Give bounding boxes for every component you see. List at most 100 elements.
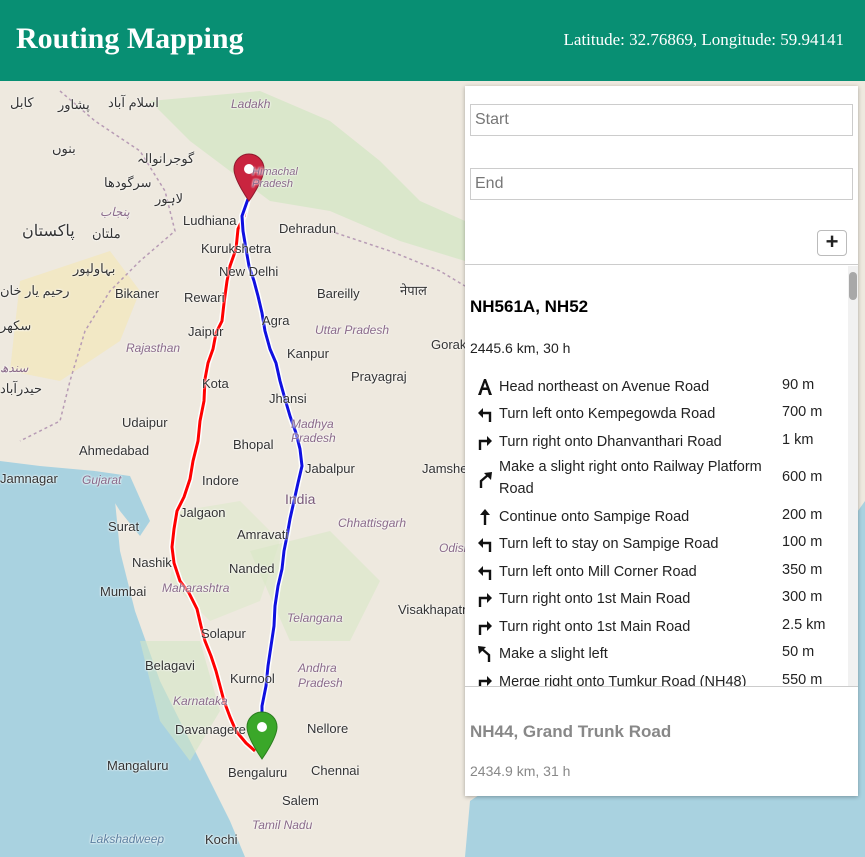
instruction-text: Turn left onto Mill Corner Road bbox=[499, 564, 697, 580]
route-summary: 2445.6 km, 30 h bbox=[470, 340, 571, 356]
map-label: Indore bbox=[202, 473, 239, 488]
map-label: پاکستان bbox=[22, 223, 75, 240]
slight-right-icon bbox=[479, 472, 492, 488]
turn-right-icon bbox=[478, 436, 492, 450]
map-label: Ludhiana bbox=[183, 213, 237, 228]
divider bbox=[465, 264, 858, 265]
map-label: Kota bbox=[202, 376, 229, 391]
map-label: Chennai bbox=[311, 763, 360, 778]
map-label: Rewari bbox=[184, 290, 225, 305]
instruction-text: Head northeast on Avenue Road bbox=[499, 379, 710, 395]
map-label: لاہور bbox=[155, 191, 184, 206]
map-label: اسلام آباد bbox=[108, 95, 159, 110]
map-label: Madhya Pradesh bbox=[291, 417, 336, 445]
instruction-distance: 90 m bbox=[782, 377, 815, 393]
turn-left-icon bbox=[478, 566, 492, 580]
map-label: Bareilly bbox=[317, 286, 360, 301]
instruction-text: Turn left to stay on Sampige Road bbox=[499, 536, 719, 552]
instruction-distance: 200 m bbox=[782, 507, 823, 523]
end-marker-icon[interactable] bbox=[245, 710, 279, 760]
instruction-distance: 700 m bbox=[782, 404, 823, 420]
map-label: Uttar Pradesh bbox=[315, 323, 390, 337]
map-label: Maharashtra bbox=[162, 581, 230, 595]
depart-icon bbox=[478, 379, 492, 395]
map-label: Gujarat bbox=[82, 473, 122, 487]
continue-icon bbox=[480, 509, 490, 525]
map-label: Dehradun bbox=[279, 221, 337, 236]
map-label: Davanagere bbox=[175, 722, 246, 737]
instruction-distance: 1 km bbox=[782, 432, 814, 448]
map-label: گوجرانوالہ bbox=[137, 151, 195, 166]
turn-right-icon bbox=[478, 676, 492, 686]
instructions-scrollbar[interactable] bbox=[848, 266, 858, 686]
map-label: سندھ bbox=[0, 361, 29, 375]
instruction-text: Turn right onto Dhanvanthari Road bbox=[499, 434, 722, 450]
map-label: Nashik bbox=[132, 555, 172, 570]
instruction-distance: 600 m bbox=[782, 469, 823, 485]
instruction-distance: 50 m bbox=[782, 644, 815, 660]
map-label: Agra bbox=[262, 313, 290, 328]
map-label: Udaipur bbox=[122, 415, 168, 430]
instruction-text: Continue onto Sampige Road bbox=[499, 509, 690, 525]
map-label: Amravati bbox=[237, 527, 289, 542]
map-label: رحیم یار خان bbox=[0, 283, 70, 298]
map-label: Mumbai bbox=[100, 584, 147, 599]
instruction-text: Make a slight left bbox=[499, 646, 608, 662]
alternative-route-name[interactable]: NH44, Grand Trunk Road bbox=[470, 722, 671, 742]
turn-left-icon bbox=[478, 408, 492, 422]
instruction-distance: 2.5 km bbox=[782, 617, 826, 633]
route-instructions-list[interactable]: NH561A, NH52 2445.6 km, 30 h Head northe… bbox=[465, 266, 858, 686]
map-label: سکھر bbox=[0, 318, 32, 333]
map-label: Bhopal bbox=[233, 437, 274, 452]
map-label: پنجاب bbox=[100, 205, 130, 219]
add-waypoint-button[interactable]: + bbox=[817, 230, 847, 256]
map-label: Kurnool bbox=[230, 671, 275, 686]
map-label: Chhattisgarh bbox=[338, 516, 407, 530]
map-label: Telangana bbox=[287, 611, 343, 625]
map-label: Jhansi bbox=[269, 391, 307, 406]
map-label: Bikaner bbox=[115, 286, 160, 301]
map-label: Jaipur bbox=[188, 324, 224, 339]
map-label: Himachal Pradesh bbox=[252, 166, 298, 190]
map-label: بنوں bbox=[52, 141, 76, 156]
map-label: بہاولپور bbox=[73, 261, 116, 276]
turn-left-icon bbox=[478, 538, 492, 552]
map-label: Lakshadweep bbox=[90, 832, 165, 846]
map-label: Kochi bbox=[205, 832, 238, 847]
map-label: India bbox=[285, 491, 316, 507]
turn-right-icon bbox=[478, 593, 492, 607]
end-input[interactable] bbox=[470, 168, 853, 200]
route-name[interactable]: NH561A, NH52 bbox=[470, 297, 588, 317]
map-label: New Delhi bbox=[219, 264, 279, 279]
map-label: Prayagraj bbox=[351, 369, 407, 384]
coordinates-readout: Latitude: 32.76869, Longitude: 59.94141 bbox=[563, 30, 844, 49]
app-header: Routing Mapping Latitude: 32.76869, Long… bbox=[0, 0, 865, 81]
instruction-distance: 550 m bbox=[782, 672, 823, 686]
map-label: Belagavi bbox=[145, 658, 195, 673]
map-label: Mangaluru bbox=[107, 758, 169, 773]
map-label: کابل bbox=[10, 95, 34, 110]
divider bbox=[465, 686, 858, 687]
scrollbar-thumb[interactable] bbox=[849, 272, 857, 300]
instruction-distance: 100 m bbox=[782, 534, 823, 550]
start-input[interactable] bbox=[470, 104, 853, 136]
map-label: Nellore bbox=[307, 721, 349, 736]
map-label: Surat bbox=[108, 519, 140, 534]
map-label: Ladakh bbox=[231, 97, 271, 111]
map-label: سرگودھا bbox=[104, 175, 152, 190]
map-label: Karnataka bbox=[173, 694, 228, 708]
map-label: Jabalpur bbox=[305, 461, 355, 476]
instruction-text: Turn left onto Kempegowda Road bbox=[499, 406, 716, 422]
map-label: پشاور bbox=[58, 97, 90, 112]
routing-panel: + NH561A, NH52 2445.6 km, 30 h Head nort… bbox=[465, 86, 858, 796]
instruction-text: Turn right onto 1st Main Road bbox=[499, 591, 691, 607]
map-label: ملتان bbox=[92, 226, 121, 241]
map-label: Solapur bbox=[201, 626, 246, 641]
instruction-distance: 300 m bbox=[782, 589, 823, 605]
instruction-text: Make a slight right onto Railway Platfor… bbox=[499, 459, 762, 497]
instruction-row[interactable]: Make a slight right onto Railway Platfor… bbox=[470, 458, 850, 502]
alternative-route-summary: 2434.9 km, 31 h bbox=[470, 763, 571, 779]
map-label: नेपाल bbox=[400, 283, 427, 298]
instruction-text: Turn right onto 1st Main Road bbox=[499, 619, 691, 635]
map-label: Salem bbox=[282, 793, 319, 808]
